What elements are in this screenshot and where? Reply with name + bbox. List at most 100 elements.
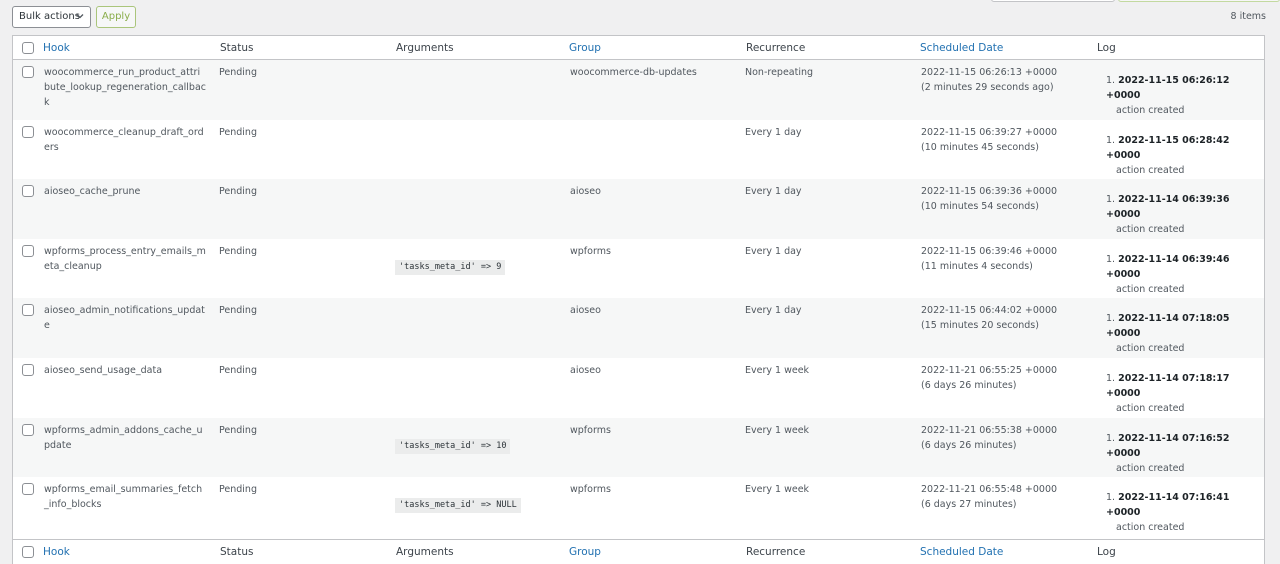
column-hook[interactable]: Hook xyxy=(43,42,70,54)
row-checkbox[interactable] xyxy=(22,66,34,78)
row-group: aioseo xyxy=(570,365,601,376)
table-row: wpforms_admin_addons_cache_update Pending… xyxy=(13,417,1264,478)
row-scheduled: 2022-11-15 06:39:46 +0000 (11 minutes 4 s… xyxy=(921,244,1057,274)
row-scheduled-date: 2022-11-21 06:55:25 +0000 xyxy=(921,365,1058,376)
row-checkbox[interactable] xyxy=(22,364,34,376)
row-log-date: 2022-11-14 07:16:41 +0000 xyxy=(1106,492,1230,519)
row-checkbox[interactable] xyxy=(22,304,34,317)
row-recurrence: Non-repeating xyxy=(745,67,814,78)
column-scheduled-date[interactable]: Scheduled Date xyxy=(920,42,1003,54)
row-log-message: action created xyxy=(1116,164,1185,176)
row-recurrence: Every 1 day xyxy=(745,305,802,317)
row-log: 1. 2022-11-14 07:18:05 +0000 action creat… xyxy=(1106,311,1264,356)
row-scheduled-relative: (15 minutes 20 seconds) xyxy=(921,320,1039,332)
row-log-date: 2022-11-14 06:39:36 +0000 xyxy=(1106,194,1230,221)
table-row: aioseo_send_usage_data Pending aioseo Every… xyxy=(13,358,1264,418)
row-recurrence: Every 1 day xyxy=(745,245,802,257)
row-group: wpforms xyxy=(570,424,611,436)
row-log: 1. 2022-11-14 06:39:36 +0000 action creat… xyxy=(1106,192,1264,237)
row-recurrence: Every 1 day xyxy=(745,186,802,198)
row-status: Pending xyxy=(219,245,257,257)
row-log-date: 2022-11-14 07:18:17 +0000 xyxy=(1106,373,1230,399)
row-status: Pending xyxy=(219,126,257,138)
footer-column-arguments: Arguments xyxy=(396,546,454,558)
footer-column-group[interactable]: Group xyxy=(569,546,601,558)
row-recurrence: Every 1 week xyxy=(745,365,810,376)
row-hook: wpforms_admin_addons_cache_update xyxy=(44,424,203,451)
top-cropped-button[interactable] xyxy=(991,0,1115,2)
row-log-number: 1. xyxy=(1106,373,1116,384)
row-log-number: 1. xyxy=(1106,432,1116,444)
column-recurrence: Recurrence xyxy=(746,42,806,54)
row-group: woocommerce-db-updates xyxy=(570,67,697,78)
row-arguments: 'tasks_meta_id' => 9 xyxy=(395,259,506,275)
apply-button[interactable]: Apply xyxy=(96,6,136,28)
row-status: Pending xyxy=(219,186,257,198)
row-scheduled-relative: (11 minutes 4 seconds) xyxy=(921,260,1033,272)
row-scheduled-relative: (10 minutes 45 seconds) xyxy=(921,141,1039,153)
row-log-message: action created xyxy=(1116,105,1185,116)
row-scheduled: 2022-11-21 06:55:48 +0000 (6 days 27 minu… xyxy=(921,482,1057,512)
actions-table: Hook Status Arguments Group Recurrence S… xyxy=(12,35,1265,564)
row-hook: woocommerce_cleanup_draft_orders xyxy=(44,126,204,153)
row-log-number: 1. xyxy=(1106,313,1116,325)
row-checkbox[interactable] xyxy=(22,125,34,138)
row-log-date: 2022-11-15 06:28:42 +0000 xyxy=(1106,134,1230,161)
column-status: Status xyxy=(220,42,254,54)
row-scheduled-date: 2022-11-15 06:39:27 +0000 xyxy=(921,126,1058,138)
row-hook: aioseo_cache_prune xyxy=(44,186,141,198)
row-scheduled: 2022-11-15 06:39:36 +0000 (10 minutes 54 … xyxy=(921,184,1057,214)
top-cropped-primary-button[interactable] xyxy=(1118,0,1280,2)
row-scheduled-date: 2022-11-21 06:55:38 +0000 xyxy=(921,424,1058,436)
table-row: aioseo_cache_prune Pending aioseo Every 1 d… xyxy=(13,179,1264,239)
footer-column-recurrence: Recurrence xyxy=(746,546,806,558)
row-log-message: action created xyxy=(1116,343,1185,355)
row-log: 1. 2022-11-14 07:18:17 +0000 action creat… xyxy=(1106,371,1264,416)
row-hook: woocommerce_run_product_attribute_lookup… xyxy=(44,67,207,108)
footer-column-hook[interactable]: Hook xyxy=(43,546,70,558)
row-status: Pending xyxy=(219,305,257,317)
row-scheduled-date: 2022-11-15 06:39:36 +0000 xyxy=(921,186,1058,198)
row-recurrence: Every 1 day xyxy=(745,126,802,138)
footer-column-scheduled-date[interactable]: Scheduled Date xyxy=(920,546,1003,558)
row-group: aioseo xyxy=(570,305,601,317)
footer-column-status: Status xyxy=(220,546,254,558)
row-scheduled: 2022-11-21 06:55:38 +0000 (6 days 26 minu… xyxy=(921,423,1057,453)
select-all-checkbox-footer[interactable] xyxy=(22,546,34,558)
row-scheduled-relative: (6 days 26 minutes) xyxy=(921,439,1017,451)
row-scheduled-date: 2022-11-15 06:26:13 +0000 xyxy=(921,67,1058,78)
row-log-message: action created xyxy=(1116,283,1185,295)
row-log-number: 1. xyxy=(1106,194,1116,206)
row-arguments-code: 'tasks_meta_id' => NULL xyxy=(395,498,521,514)
row-checkbox[interactable] xyxy=(22,483,34,496)
row-checkbox[interactable] xyxy=(22,244,34,257)
row-log-message: action created xyxy=(1116,403,1185,414)
table-footer: Hook Status Arguments Group Recurrence S… xyxy=(13,539,1264,563)
column-log: Log xyxy=(1097,42,1116,54)
select-all-checkbox[interactable] xyxy=(22,42,34,54)
row-hook: wpforms_process_entry_emails_meta_cleanu… xyxy=(44,245,206,272)
row-scheduled-relative: (10 minutes 54 seconds) xyxy=(921,201,1039,213)
row-log-date: 2022-11-14 06:39:46 +0000 xyxy=(1106,253,1230,280)
chevron-down-icon xyxy=(76,14,84,19)
row-checkbox[interactable] xyxy=(22,423,34,436)
row-status: Pending xyxy=(219,484,257,496)
row-log: 1. 2022-11-15 06:28:42 +0000 action creat… xyxy=(1106,133,1264,178)
table-row: aioseo_admin_notifications_update Pending… xyxy=(13,298,1264,358)
row-scheduled: 2022-11-15 06:44:02 +0000 (15 minutes 20 … xyxy=(921,303,1057,333)
column-arguments: Arguments xyxy=(396,42,454,54)
row-status: Pending xyxy=(219,67,257,78)
row-checkbox[interactable] xyxy=(22,185,34,198)
row-recurrence: Every 1 week xyxy=(745,424,810,436)
row-group: aioseo xyxy=(570,186,601,198)
column-group[interactable]: Group xyxy=(569,42,601,54)
row-hook: wpforms_email_summaries_fetch_info_block… xyxy=(44,484,203,511)
bulk-actions-select[interactable]: Bulk actions xyxy=(12,6,91,28)
row-log-date: 2022-11-14 07:18:05 +0000 xyxy=(1106,313,1230,340)
row-arguments: 'tasks_meta_id' => NULL xyxy=(395,497,521,514)
bulk-actions-label: Bulk actions xyxy=(19,11,80,22)
row-scheduled: 2022-11-21 06:55:25 +0000 (6 days 26 minu… xyxy=(921,363,1057,393)
row-arguments-code: 'tasks_meta_id' => 10 xyxy=(395,438,511,454)
row-log: 1. 2022-11-15 06:26:12 +0000 action creat… xyxy=(1106,73,1264,118)
footer-column-log: Log xyxy=(1097,546,1116,558)
